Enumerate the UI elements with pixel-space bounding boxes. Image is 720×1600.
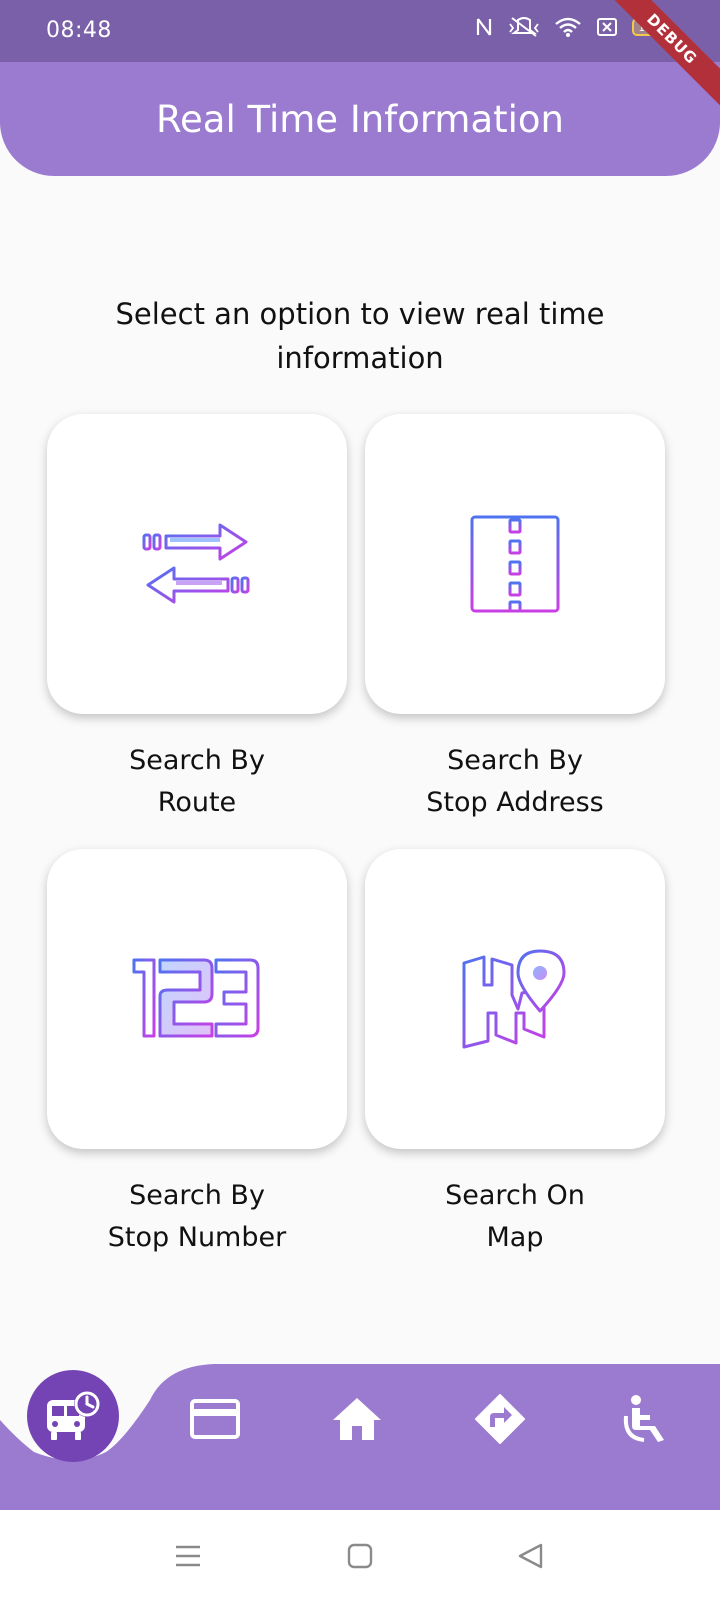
back-triangle-icon [518,1543,543,1569]
directions-icon [475,1394,525,1444]
status-bar: 08:48 100 [0,0,720,64]
instruction-text: Select an option to view real time infor… [115,297,605,375]
stop-number-card[interactable] [47,849,347,1149]
option-search-by-stop-address[interactable]: Search By Stop Address [365,414,665,824]
option-label-map: Search On Map [445,1180,585,1253]
system-home-button[interactable] [338,1534,382,1578]
road-icon [470,515,560,613]
system-back-button[interactable] [508,1534,552,1578]
system-navigation-bar [0,1510,720,1600]
numbers-123-icon [132,958,260,1038]
system-menu-button[interactable] [166,1534,210,1578]
nav-real-time-button[interactable] [27,1370,119,1462]
accessibility-icon [623,1395,664,1442]
option-search-on-map[interactable]: Search On Map [365,849,665,1259]
nav-card[interactable] [180,1384,250,1454]
home-icon [333,1398,381,1440]
home-square-icon [347,1543,373,1569]
nav-accessibility[interactable] [610,1384,680,1454]
page-title: Real Time Information [155,97,564,141]
wifi-icon [555,17,581,37]
route-arrows-icon [142,523,250,604]
card-icon [190,1399,240,1439]
nav-directions[interactable] [465,1384,535,1454]
option-search-by-stop-number[interactable]: Search By Stop Number [47,849,347,1259]
nfc-icon [476,18,492,36]
vibrate-icon [509,17,539,37]
menu-icon [176,1545,200,1567]
route-card[interactable] [47,414,347,714]
stop-address-card[interactable] [365,414,665,714]
sim-blocked-icon [597,18,617,36]
option-label-stop-number: Search By Stop Number [107,1180,287,1253]
bus-clock-icon [47,1391,100,1440]
status-time: 08:48 [46,18,112,43]
option-label-stop-address: Search By Stop Address [426,745,604,818]
option-search-by-route[interactable]: Search By Route [47,414,347,824]
map-pin-icon [462,949,566,1049]
app-header: Real Time Information [0,62,720,176]
nav-home[interactable] [322,1384,392,1454]
map-card[interactable] [365,849,665,1149]
option-label-route: Search By Route [129,745,265,818]
